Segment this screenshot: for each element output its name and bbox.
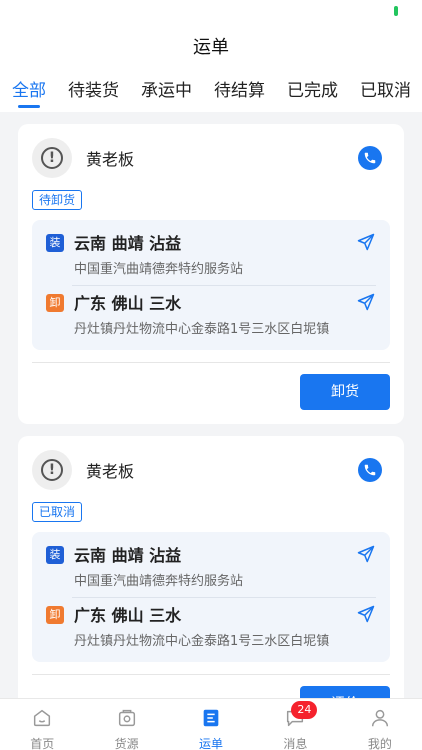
route-box: 装 云南 曲靖 沾益 中国重汽曲靖德奔特约服务站 卸 广东 佛山 三水 丹灶镇丹… <box>32 532 390 662</box>
order-list: ! 黄老板 待卸货 装 云南 曲靖 沾益 中国重汽曲靖德奔特约服务站 卸 广东 … <box>0 112 422 698</box>
tab-pending-settlement[interactable]: 待结算 <box>214 68 265 112</box>
route-divider <box>72 597 376 598</box>
user-icon <box>371 709 388 727</box>
cargo-icon <box>118 709 135 727</box>
unload-city: 广东 佛山 三水 <box>74 606 182 625</box>
card-divider <box>32 362 390 363</box>
status-bar <box>0 0 422 24</box>
home-icon <box>34 709 51 727</box>
route-box: 装 云南 曲靖 沾益 中国重汽曲靖德奔特约服务站 卸 广东 佛山 三水 丹灶镇丹… <box>32 220 390 350</box>
load-address: 中国重汽曲靖德奔特约服务站 <box>74 574 244 589</box>
load-tag: 装 <box>46 546 64 564</box>
tab-pending-load[interactable]: 待装货 <box>68 68 119 112</box>
load-route[interactable]: 装 云南 曲靖 沾益 中国重汽曲靖德奔特约服务站 <box>46 230 376 290</box>
unload-route[interactable]: 卸 广东 佛山 三水 丹灶镇丹灶物流中心金泰路1号三水区白坭镇 <box>46 290 376 350</box>
unload-address: 丹灶镇丹灶物流中心金泰路1号三水区白坭镇 <box>74 322 330 337</box>
card-header: ! 黄老板 <box>32 138 390 178</box>
page-title: 运单 <box>193 37 229 58</box>
status-tabs: 全部 待装货 承运中 待结算 已完成 已取消 <box>0 68 422 112</box>
unload-tag: 卸 <box>46 294 64 312</box>
card-divider <box>32 674 390 675</box>
message-count-badge: 24 <box>291 701 318 719</box>
load-route[interactable]: 装 云南 曲靖 沾益 中国重汽曲靖德奔特约服务站 <box>46 542 376 602</box>
navigation-icon[interactable] <box>356 292 376 312</box>
card-header: ! 黄老板 <box>32 450 390 490</box>
tabbar-label: 我的 <box>367 737 392 750</box>
order-card[interactable]: ! 黄老板 待卸货 装 云南 曲靖 沾益 中国重汽曲靖德奔特约服务站 卸 广东 … <box>18 124 404 424</box>
tab-in-transit[interactable]: 承运中 <box>141 68 192 112</box>
review-button[interactable]: 评价 <box>300 686 390 698</box>
bottom-tabbar: 首页 货源 运单 消息 24 我的 <box>0 698 422 750</box>
tabbar-label: 首页 <box>30 737 55 750</box>
status-badge: 待卸货 <box>32 190 83 210</box>
unload-tag: 卸 <box>46 606 64 624</box>
owner-name: 黄老板 <box>86 150 135 169</box>
owner-name: 黄老板 <box>86 462 135 481</box>
tabbar-label: 运单 <box>199 737 224 750</box>
phone-icon[interactable] <box>358 458 382 482</box>
navigation-icon[interactable] <box>356 232 376 252</box>
unload-city: 广东 佛山 三水 <box>74 294 182 313</box>
load-tag: 装 <box>46 234 64 252</box>
tabbar-label: 货源 <box>114 737 139 750</box>
tabbar-cargo[interactable]: 货源 <box>84 699 168 750</box>
tab-all[interactable]: 全部 <box>12 68 46 112</box>
navigation-icon[interactable] <box>356 604 376 624</box>
route-divider <box>72 285 376 286</box>
tabbar-home[interactable]: 首页 <box>0 699 84 750</box>
status-badge: 已取消 <box>32 502 83 522</box>
alert-icon: ! <box>32 138 72 178</box>
navigation-icon[interactable] <box>356 544 376 564</box>
tab-cancelled[interactable]: 已取消 <box>360 68 411 112</box>
load-city: 云南 曲靖 沾益 <box>74 546 182 565</box>
alert-icon: ! <box>32 450 72 490</box>
tabbar-waybill[interactable]: 运单 <box>169 699 253 750</box>
load-city: 云南 曲靖 沾益 <box>74 234 182 253</box>
unload-button[interactable]: 卸货 <box>300 374 390 410</box>
waybill-icon <box>203 709 219 727</box>
tab-completed[interactable]: 已完成 <box>287 68 338 112</box>
battery-icon <box>394 6 398 16</box>
unload-route[interactable]: 卸 广东 佛山 三水 丹灶镇丹灶物流中心金泰路1号三水区白坭镇 <box>46 602 376 662</box>
load-address: 中国重汽曲靖德奔特约服务站 <box>74 262 244 277</box>
tabbar-messages[interactable]: 消息 24 <box>253 699 337 750</box>
phone-icon[interactable] <box>358 146 382 170</box>
page-header: 运单 <box>0 24 422 68</box>
order-card[interactable]: ! 黄老板 已取消 装 云南 曲靖 沾益 中国重汽曲靖德奔特约服务站 卸 广东 … <box>18 436 404 698</box>
tabbar-profile[interactable]: 我的 <box>338 699 422 750</box>
unload-address: 丹灶镇丹灶物流中心金泰路1号三水区白坭镇 <box>74 634 330 649</box>
tabbar-label: 消息 <box>283 737 308 750</box>
